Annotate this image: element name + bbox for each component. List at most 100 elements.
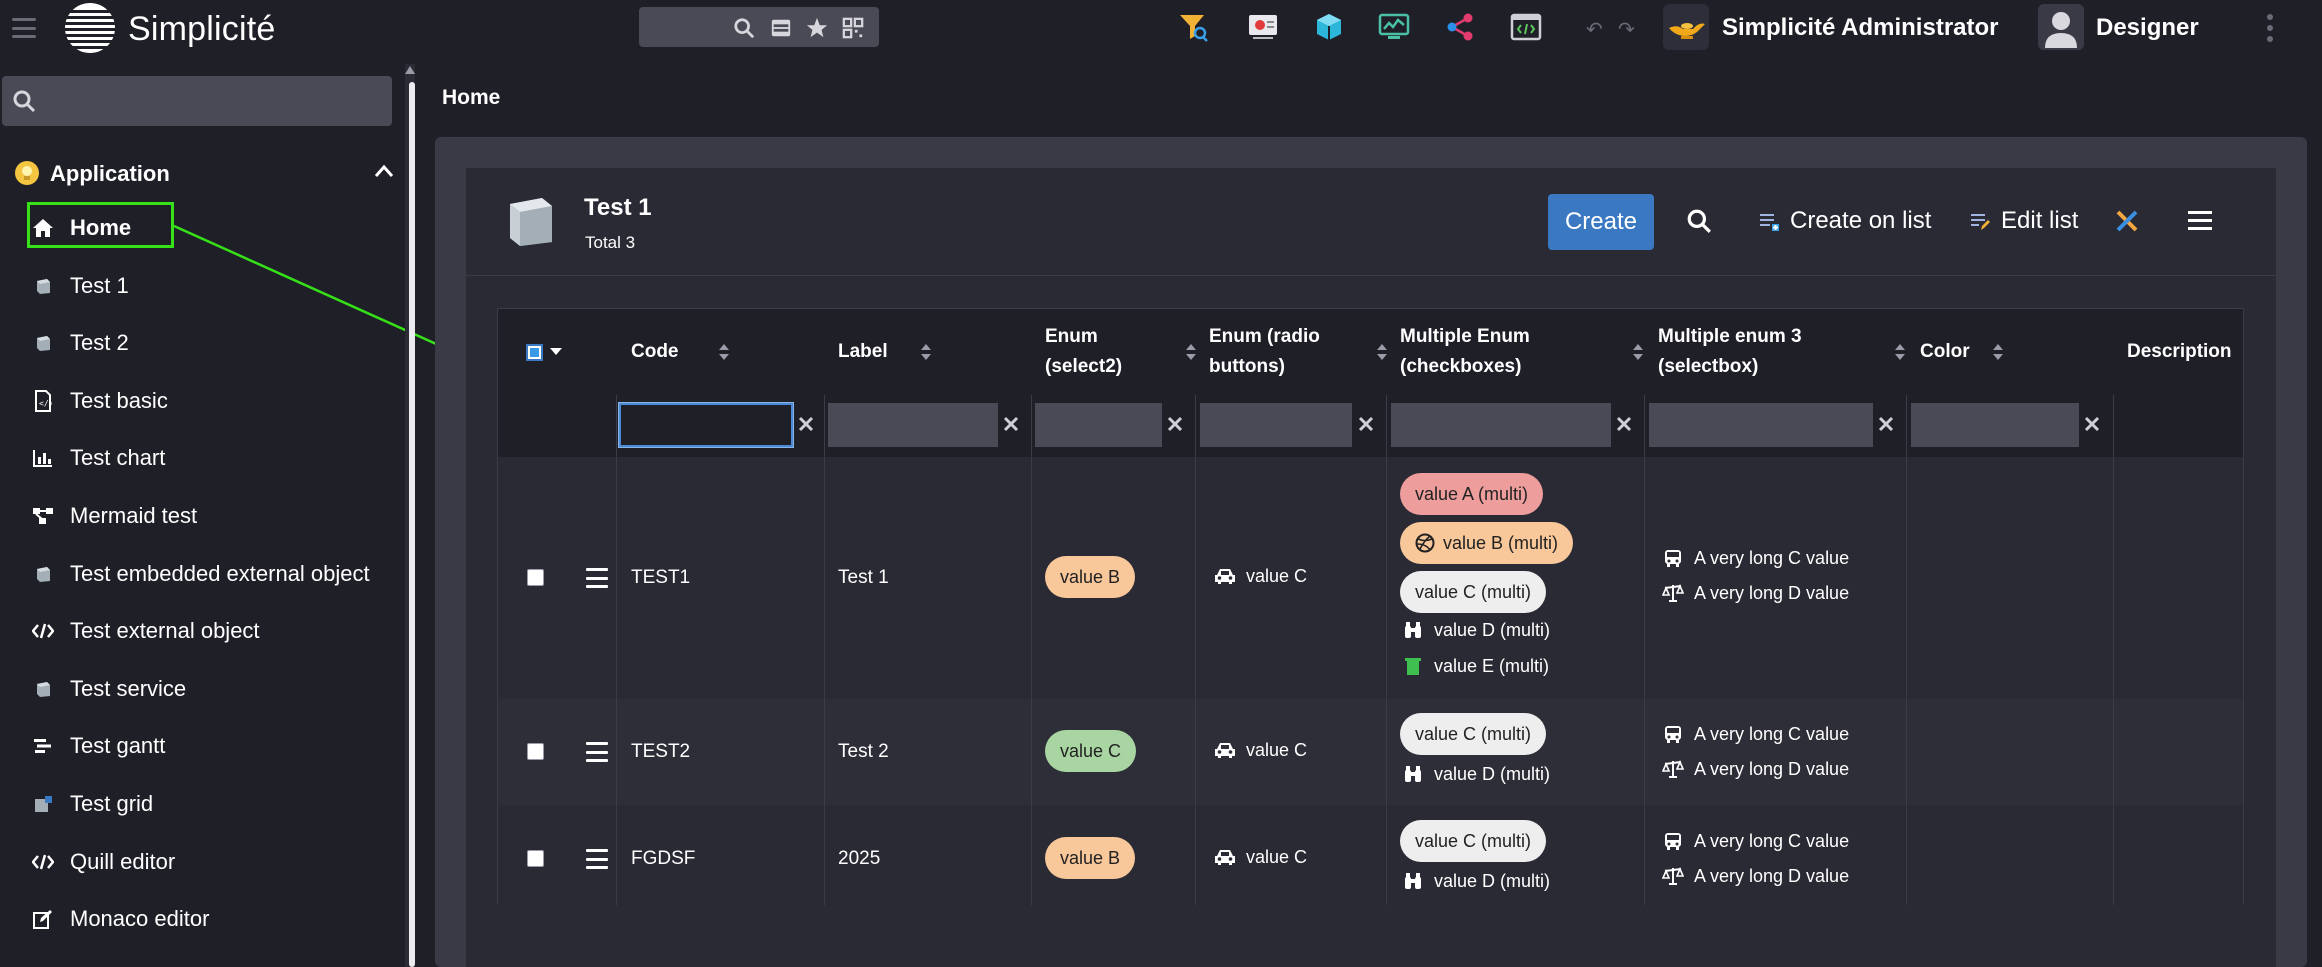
create-on-list-button[interactable]: Create on list <box>1758 198 1931 244</box>
sort-icon[interactable] <box>920 343 932 361</box>
sort-icon[interactable] <box>1376 343 1388 361</box>
sidebar-search-input[interactable] <box>46 84 376 118</box>
row-menu-icon[interactable] <box>586 849 608 869</box>
list-edit-icon <box>1971 214 1990 230</box>
presentation-icon[interactable] <box>1247 12 1279 42</box>
filter-enum-radio-input[interactable] <box>1200 403 1352 447</box>
row-menu-icon[interactable] <box>586 742 608 762</box>
top-bar: Simplicité ↶ ↷ Simplicité Administrator … <box>0 0 2322 56</box>
sidebar-item-test-service[interactable]: Test service <box>30 667 400 711</box>
sort-icon[interactable] <box>1632 343 1644 361</box>
code-window-icon[interactable] <box>1510 12 1542 42</box>
sidebar-item-test-chart[interactable]: Test chart <box>30 436 400 480</box>
breadcrumb[interactable]: Home <box>442 86 500 110</box>
filter-multiple-enum3-input[interactable] <box>1649 403 1873 447</box>
sidebar-search[interactable] <box>2 76 392 126</box>
filter-search-icon[interactable] <box>1178 12 1210 42</box>
create-button[interactable]: Create <box>1548 194 1654 250</box>
clear-filter-icon[interactable] <box>1615 415 1633 433</box>
filter-multiple-enum-input[interactable] <box>1391 403 1611 447</box>
sidebar-item-test-1[interactable]: Test 1 <box>30 264 400 308</box>
col-description[interactable]: Description <box>2127 309 2245 395</box>
window-icon[interactable] <box>770 17 792 39</box>
filter-label-input[interactable] <box>828 403 998 447</box>
col-multiple-enum-checkboxes[interactable]: Multiple Enum (checkboxes) <box>1400 309 1658 395</box>
col-code[interactable]: Code <box>631 309 837 395</box>
star-icon[interactable] <box>806 17 828 39</box>
sidebar-item-test-external-object[interactable]: Test external object <box>30 609 400 653</box>
sort-icon[interactable] <box>1894 343 1906 361</box>
caret-down-icon[interactable] <box>549 347 563 357</box>
col-label[interactable]: Label <box>838 309 1045 395</box>
sidebar-item-test-basic[interactable]: </> Test basic <box>30 379 400 423</box>
cube-network-icon[interactable] <box>1313 12 1345 42</box>
object-header: Test 1 Total 3 Create Create on list Edi… <box>466 168 2276 276</box>
col-enum-select2[interactable]: Enum (select2) <box>1045 309 1209 395</box>
list-add-icon <box>1760 214 1779 231</box>
sidebar-item-test-embedded-external-object[interactable]: Test embedded external object <box>30 552 400 596</box>
multi-select-value: A very long D value <box>1662 758 1849 780</box>
multi-enum-pill: value A (multi) <box>1400 473 1544 515</box>
user-name[interactable]: Designer <box>2096 14 2199 42</box>
menu-toggle-icon[interactable] <box>12 18 36 38</box>
clear-filter-icon[interactable] <box>1877 415 1895 433</box>
sidebar-item-test-2[interactable]: Test 2 <box>30 321 400 365</box>
quick-search-box[interactable] <box>639 7 879 47</box>
row-checkbox[interactable] <box>527 850 544 867</box>
cell-code: TEST1 <box>631 567 691 588</box>
sort-icon[interactable] <box>718 343 730 361</box>
gantt-icon <box>30 733 56 759</box>
multi-enum-pill: value C (multi) <box>1400 820 1547 862</box>
undo-icon[interactable]: ↶ <box>1586 17 1603 42</box>
tools-button[interactable] <box>2114 198 2140 244</box>
bus-icon <box>1662 723 1684 745</box>
select-all-control[interactable] <box>526 309 563 395</box>
clear-filter-icon[interactable] <box>2083 415 2101 433</box>
select-all-checkbox[interactable] <box>526 343 543 361</box>
row-checkbox[interactable] <box>527 569 544 586</box>
sort-icon[interactable] <box>1185 343 1197 361</box>
row-checkbox[interactable] <box>527 743 544 760</box>
filter-color-input[interactable] <box>1911 403 2079 447</box>
clear-filter-icon[interactable] <box>1166 415 1184 433</box>
chevron-up-icon[interactable] <box>374 164 394 178</box>
redo-icon[interactable]: ↷ <box>1618 17 1635 42</box>
sidebar-item-mermaid-test[interactable]: Mermaid test <box>30 494 400 538</box>
clear-filter-icon[interactable] <box>1357 415 1375 433</box>
search-icon[interactable] <box>733 17 755 39</box>
sidebar-item-test-grid[interactable]: Test grid <box>30 782 400 826</box>
multi-select-value: A very long D value <box>1662 865 1849 887</box>
table-row[interactable]: TEST2 Test 2 value C value C value C (mu… <box>498 699 2243 805</box>
sidebar-item-quill-editor[interactable]: Quill editor <box>30 840 400 884</box>
col-enum-radio[interactable]: Enum (radio buttons) <box>1209 309 1400 395</box>
user-avatar[interactable] <box>2038 4 2084 50</box>
search-button[interactable] <box>1686 198 1712 244</box>
share-nodes-icon[interactable] <box>1444 12 1476 42</box>
sort-icon[interactable] <box>1992 343 2004 361</box>
qrcode-icon[interactable] <box>842 17 864 39</box>
table-row[interactable]: FGDSF 2025 value B value C value C (mult… <box>498 805 2243 905</box>
filter-code-input[interactable] <box>618 402 794 448</box>
col-multiple-enum3-selectbox[interactable]: Multiple enum 3 (selectbox) <box>1658 309 1920 395</box>
clear-filter-icon[interactable] <box>1002 415 1020 433</box>
sidebar-item-test-gantt[interactable]: Test gantt <box>30 724 400 768</box>
object-icon <box>30 561 56 587</box>
list-menu-button[interactable] <box>2188 198 2214 244</box>
col-color[interactable]: Color <box>1920 309 2127 395</box>
document-icon: </> <box>30 388 56 414</box>
sidebar-scroll-thumb[interactable] <box>409 82 415 967</box>
edit-list-button[interactable]: Edit list <box>1969 198 2078 244</box>
sidebar-item-label: Test 1 <box>70 272 129 298</box>
filter-enum-select2-input[interactable] <box>1035 403 1162 447</box>
scroll-up-icon[interactable] <box>405 66 415 74</box>
sidebar-item-label: Quill editor <box>70 848 176 874</box>
monitor-chart-icon[interactable] <box>1378 12 1410 42</box>
sidebar-group-application[interactable]: Application <box>14 154 394 194</box>
code-icon <box>30 849 56 875</box>
row-menu-icon[interactable] <box>586 568 608 588</box>
more-options-icon[interactable] <box>2266 14 2274 42</box>
admin-app-name[interactable]: Simplicité Administrator <box>1722 14 1999 42</box>
clear-filter-icon[interactable] <box>797 415 815 433</box>
sidebar-item-monaco-editor[interactable]: Monaco editor <box>30 897 400 941</box>
table-row[interactable]: TEST1 Test 1 value B value C value A (mu… <box>498 457 2243 699</box>
